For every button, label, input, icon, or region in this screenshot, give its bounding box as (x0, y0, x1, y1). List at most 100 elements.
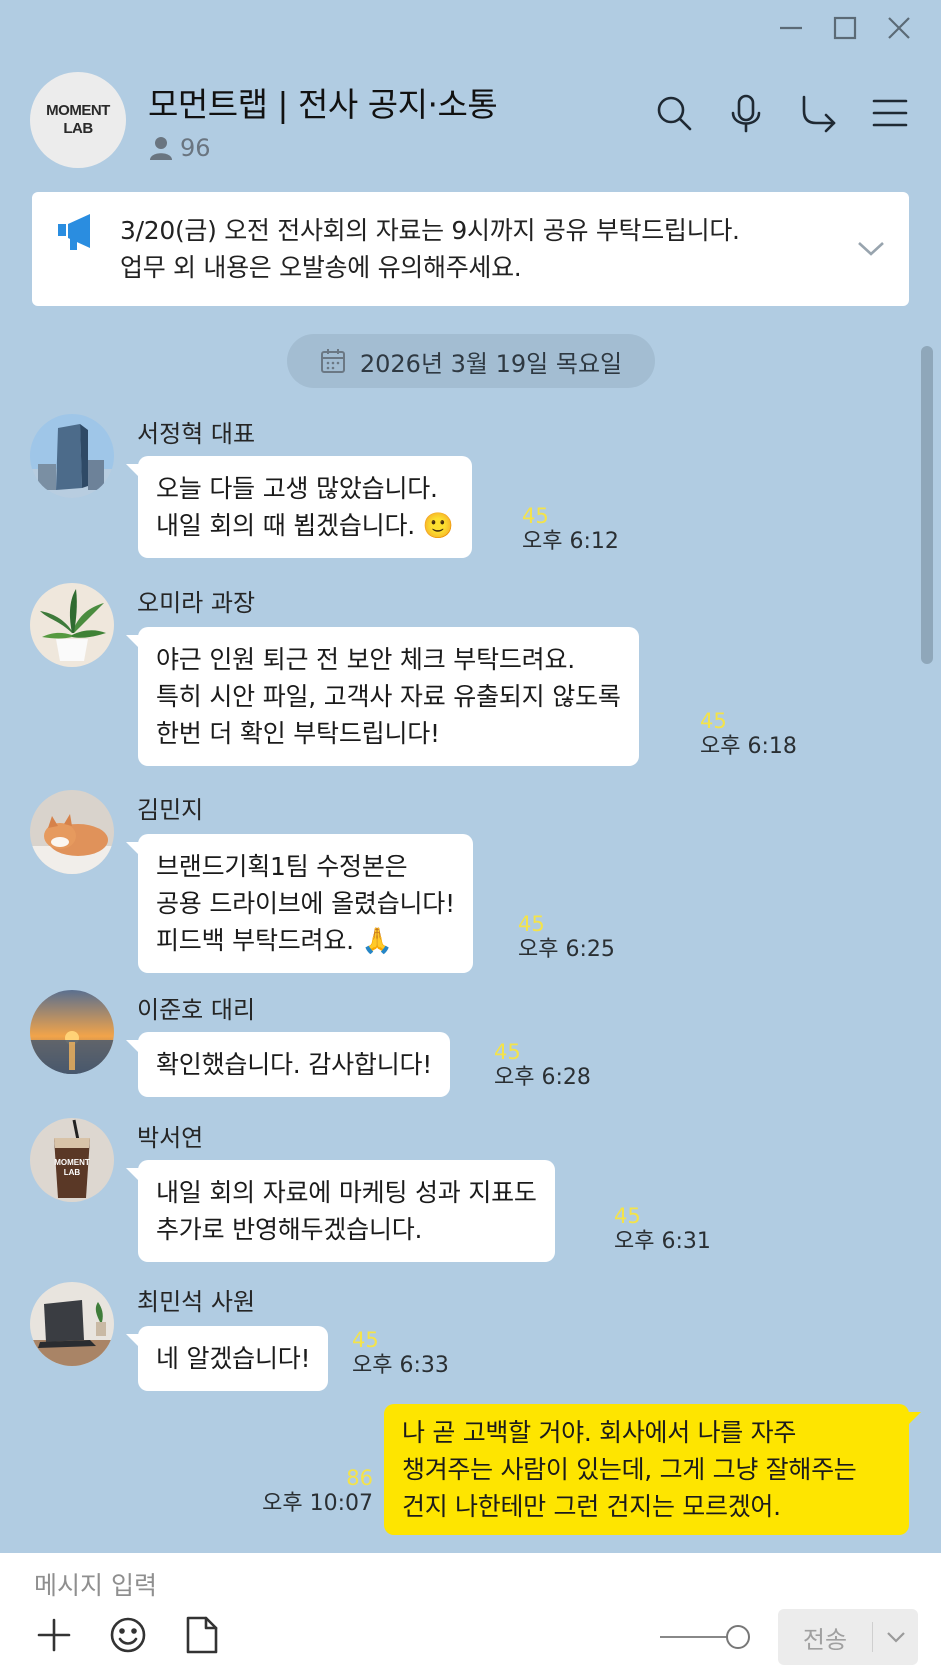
message-line: 추가로 반영해두겠습니다. (156, 1215, 423, 1244)
message-line: 피드백 부탁드려요. 🙏 (156, 926, 393, 955)
menu-icon[interactable] (869, 92, 911, 134)
message-composer: 전송 (0, 1553, 941, 1672)
message-line: 특히 시안 파일, 고객사 자료 유출되지 않도록 (156, 682, 621, 711)
notice-line2: 업무 외 내용은 오발송에 유의해주세요. (120, 253, 522, 282)
laptop-avatar[interactable] (30, 1282, 114, 1366)
message-item: 오미라 과장 야근 인원 퇴근 전 보안 체크 부탁드려요. 특히 시안 파일,… (30, 583, 830, 773)
message-bubble[interactable]: 내일 회의 자료에 마케팅 성과 지표도 추가로 반영해두겠습니다. (126, 1160, 555, 1262)
font-size-slider[interactable] (660, 1625, 750, 1649)
member-count-value: 96 (180, 134, 211, 162)
message-bubble[interactable]: 확인했습니다. 감사합니다! (125, 1032, 451, 1097)
coffee-cup-label-line2: LAB (63, 1168, 81, 1177)
megaphone-icon (58, 214, 90, 250)
chevron-down-icon[interactable] (873, 1626, 918, 1648)
search-icon[interactable] (653, 92, 695, 134)
scrollbar[interactable] (921, 346, 933, 664)
unread-count: 45 (522, 504, 549, 528)
message-bubble[interactable]: 야근 인원 퇴근 전 보안 체크 부탁드려요. 특히 시안 파일, 고객사 자료… (126, 627, 639, 766)
building-avatar[interactable] (30, 414, 114, 498)
message-meta: 45 오후 6:33 (352, 1328, 449, 1380)
share-icon[interactable] (797, 92, 839, 134)
message-item: 최민석 사원 네 알겠습니다! 45 오후 6:33 (30, 1282, 530, 1392)
timestamp: 오후 6:28 (494, 1065, 591, 1090)
message-bubble[interactable]: 브랜드기획1팀 수정본은 공용 드라이브에 올렸습니다! 피드백 부탁드려요. … (126, 834, 473, 973)
message-bubble[interactable]: 오늘 다들 고생 많았습니다. 내일 회의 때 뵙겠습니다. 🙂 (126, 456, 472, 558)
message-item: 이준호 대리 확인했습니다. 감사합니다! 45 오후 6:28 (30, 990, 670, 1100)
sunset-avatar[interactable] (30, 990, 114, 1074)
room-title: 모먼트랩 | 전사 공지·소통 (148, 85, 498, 124)
slider-thumb[interactable] (726, 1625, 750, 1649)
my-message-meta: 86 오후 10:07 (262, 1466, 373, 1518)
minimize-icon[interactable] (773, 10, 809, 46)
plus-icon[interactable] (32, 1613, 76, 1657)
close-icon[interactable] (881, 10, 917, 46)
message-meta: 45 오후 6:12 (522, 504, 619, 556)
message-line: 건지 나한테만 그런 건지는 모르겠어. (402, 1492, 781, 1521)
unread-count: 45 (700, 709, 727, 733)
timestamp: 오후 6:25 (518, 937, 615, 962)
message-input[interactable] (34, 1565, 894, 1605)
chevron-down-icon[interactable] (855, 232, 887, 264)
timestamp: 오후 10:07 (262, 1491, 373, 1516)
unread-count: 45 (494, 1040, 521, 1064)
timestamp: 오후 6:33 (352, 1353, 449, 1378)
notice-banner[interactable]: 3/20(금) 오전 전사회의 자료는 9시까지 공유 부탁드립니다. 업무 외… (32, 192, 909, 306)
message-line: 내일 회의 때 뵙겠습니다. 🙂 (156, 511, 454, 540)
window-controls (773, 0, 941, 56)
message-line: 내일 회의 자료에 마케팅 성과 지표도 (156, 1178, 537, 1207)
timestamp: 오후 6:18 (700, 734, 797, 759)
message-line: 브랜드기획1팀 수정본은 (156, 852, 408, 881)
calendar-icon (320, 349, 345, 373)
date-divider-label: 2026년 3월 19일 목요일 (359, 349, 623, 378)
person-icon (150, 137, 172, 160)
cat-avatar[interactable] (30, 790, 114, 874)
message-item: MOMENT LAB 박서연 내일 회의 자료에 마케팅 성과 지표도 추가로 … (30, 1118, 730, 1268)
emoji-icon[interactable] (106, 1613, 150, 1657)
unread-count: 45 (518, 912, 545, 936)
notice-line1: 3/20(금) 오전 전사회의 자료는 9시까지 공유 부탁드립니다. (120, 216, 740, 245)
header-actions (653, 92, 911, 134)
sender-name: 박서연 (137, 1124, 204, 1152)
maximize-icon[interactable] (827, 10, 863, 46)
sender-name: 서정혁 대표 (137, 420, 256, 448)
sender-name: 이준호 대리 (137, 996, 256, 1024)
coffee-avatar[interactable]: MOMENT LAB (30, 1118, 114, 1202)
message-line: 공용 드라이브에 올렸습니다! (156, 889, 455, 918)
sender-name: 최민석 사원 (137, 1288, 256, 1316)
unread-count: 86 (346, 1466, 373, 1490)
slider-track (660, 1636, 736, 1638)
notice-text: 3/20(금) 오전 전사회의 자료는 9시까지 공유 부탁드립니다. 업무 외… (120, 212, 740, 286)
timestamp: 오후 6:31 (614, 1229, 711, 1254)
message-meta: 45 오후 6:28 (494, 1040, 591, 1092)
unread-count: 45 (352, 1328, 379, 1352)
message-line: 네 알겠습니다! (156, 1344, 311, 1373)
chat-header: MOMENT LAB 모먼트랩 | 전사 공지·소통 96 (30, 72, 911, 172)
composer-tools (32, 1613, 224, 1657)
coffee-cup-label: MOMENT LAB (30, 1158, 114, 1178)
room-logo[interactable]: MOMENT LAB (30, 72, 126, 168)
message-line: 한번 더 확인 부탁드립니다! (156, 719, 440, 748)
my-message-bubble[interactable]: 나 곧 고백할 거야. 회사에서 나를 자주 챙겨주는 사람이 있는데, 그게 … (384, 1404, 921, 1535)
message-item: 서정혁 대표 오늘 다들 고생 많았습니다. 내일 회의 때 뵙겠습니다. 🙂 … (30, 414, 670, 564)
message-meta: 45 오후 6:25 (518, 912, 615, 964)
member-count[interactable]: 96 (150, 134, 211, 162)
message-item: 김민지 브랜드기획1팀 수정본은 공용 드라이브에 올렸습니다! 피드백 부탁드… (30, 790, 670, 980)
message-line: 나 곧 고백할 거야. 회사에서 나를 자주 (402, 1418, 797, 1447)
room-logo-line2: LAB (63, 120, 93, 137)
message-bubble[interactable]: 네 알겠습니다! (125, 1326, 329, 1391)
room-logo-line1: MOMENT (46, 102, 110, 119)
message-meta: 45 오후 6:18 (700, 709, 797, 761)
microphone-icon[interactable] (725, 92, 767, 134)
sender-name: 오미라 과장 (137, 589, 256, 617)
message-line: 오늘 다들 고생 많았습니다. (156, 474, 438, 503)
timestamp: 오후 6:12 (522, 529, 619, 554)
send-button-label: 전송 (802, 1625, 848, 1654)
unread-count: 45 (614, 1204, 641, 1228)
plant-avatar[interactable] (30, 583, 114, 667)
sender-name: 김민지 (137, 796, 204, 824)
message-meta: 45 오후 6:31 (614, 1204, 711, 1256)
send-button[interactable]: 전송 (778, 1609, 918, 1665)
coffee-cup-label-line1: MOMENT (54, 1158, 90, 1167)
file-icon[interactable] (180, 1613, 224, 1657)
message-line: 챙겨주는 사람이 있는데, 그게 그냥 잘해주는 (402, 1455, 857, 1484)
